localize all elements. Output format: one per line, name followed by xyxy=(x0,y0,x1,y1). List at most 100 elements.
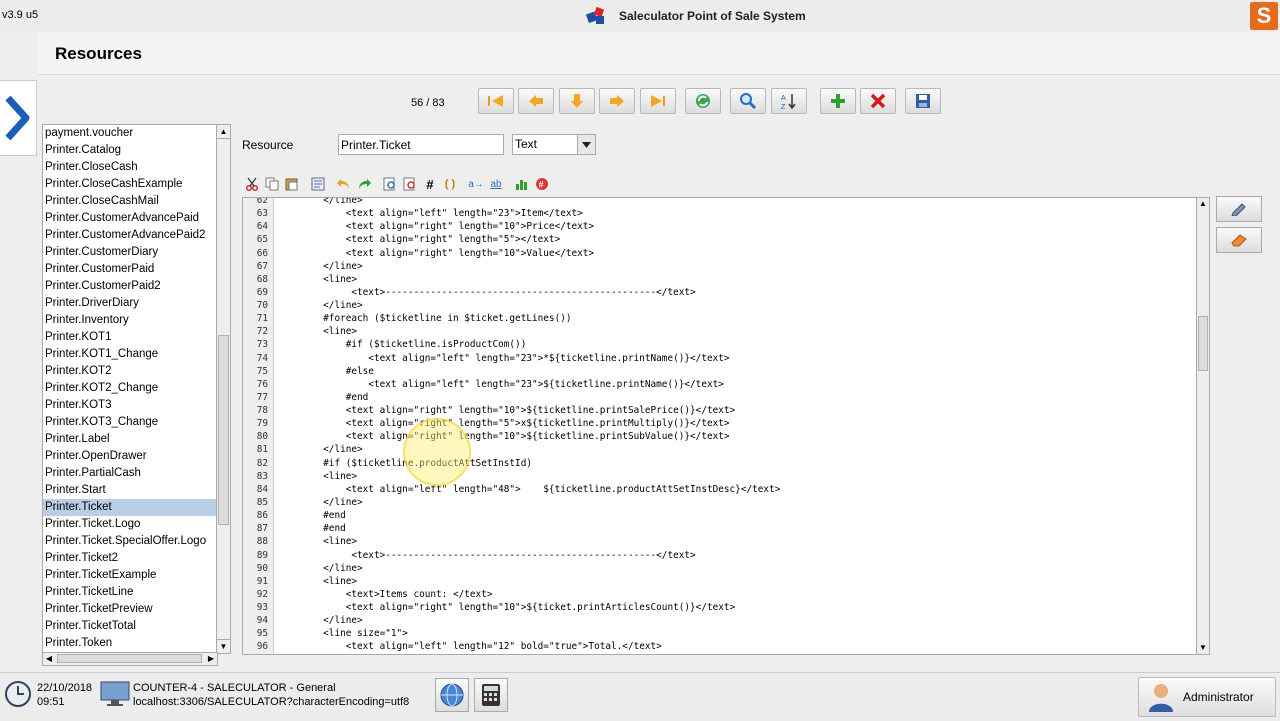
code-text: <line> xyxy=(278,326,358,338)
user-button[interactable]: Administrator xyxy=(1138,677,1276,717)
resource-list-item[interactable]: Printer.Ticket.SpecialOffer.Logo xyxy=(43,533,217,550)
code-line: 85 </line> xyxy=(243,496,1197,509)
resource-name-input[interactable] xyxy=(338,134,504,155)
scroll-down-icon[interactable]: ▼ xyxy=(1197,642,1209,654)
resource-list-item[interactable]: Printer.CloseCashExample xyxy=(43,176,217,193)
editor-scroll-thumb[interactable] xyxy=(1198,316,1208,371)
resource-list-item[interactable]: Printer.TicketTotal xyxy=(43,618,217,635)
resource-list-scrollbar[interactable]: ▲ ▼ xyxy=(216,124,231,654)
undo-icon[interactable] xyxy=(336,176,352,192)
hash-icon[interactable]: # xyxy=(422,176,438,192)
resource-list-item[interactable]: Printer.Catalog xyxy=(43,142,217,159)
user-name: Administrator xyxy=(1183,690,1254,704)
resource-list-item[interactable]: Printer.KOT1 xyxy=(43,329,217,346)
resource-list-item[interactable]: Printer.CloseCashMail xyxy=(43,193,217,210)
app-title: Saleculator Point of Sale System xyxy=(585,7,806,25)
menu-toggle-button[interactable] xyxy=(0,80,37,156)
resource-list-item[interactable]: Printer.KOT1_Change xyxy=(43,346,217,363)
edit-resource-button[interactable] xyxy=(1216,196,1262,222)
brand-logo-icon[interactable]: S xyxy=(1250,2,1278,30)
line-number: 65 xyxy=(256,234,268,246)
cut-icon[interactable] xyxy=(244,176,260,192)
redo-icon[interactable] xyxy=(356,176,372,192)
resource-list[interactable]: payment.voucher Printer.Catalog Printer.Cl… xyxy=(42,124,218,654)
next-record-button[interactable] xyxy=(599,88,635,114)
page-title: Resources xyxy=(55,44,142,63)
resource-list-item[interactable]: Printer.OpenDrawer xyxy=(43,448,217,465)
resource-list-item[interactable]: Printer.Start xyxy=(43,482,217,499)
down-record-button[interactable] xyxy=(559,88,595,114)
replace-icon[interactable] xyxy=(402,176,418,192)
resource-list-item[interactable]: Printer.KOT3_Change xyxy=(43,414,217,431)
clear-resource-button[interactable] xyxy=(1216,227,1262,253)
resource-list-item[interactable]: Printer.CloseCash xyxy=(43,159,217,176)
resource-list-item[interactable]: Printer.KOT3 xyxy=(43,397,217,414)
resource-list-hscrollbar[interactable]: ◀ ▶ xyxy=(42,652,218,666)
first-record-button[interactable] xyxy=(478,88,514,114)
resource-list-item[interactable]: Printer.TicketLine xyxy=(43,584,217,601)
resource-list-item[interactable]: Printer.DriverDiary xyxy=(43,295,217,312)
text-case-icon[interactable]: a→ xyxy=(468,176,484,192)
resource-list-item[interactable]: Printer.CustomerDiary xyxy=(43,244,217,261)
resource-list-item[interactable]: Printer.CustomerAdvancePaid2 xyxy=(43,227,217,244)
delete-button[interactable] xyxy=(860,88,896,114)
previous-record-button[interactable] xyxy=(518,88,554,114)
eraser-icon xyxy=(1231,234,1247,247)
time-text: 09:51 xyxy=(37,696,65,708)
resource-list-item[interactable]: Printer.KOT2 xyxy=(43,363,217,380)
resource-list-scroll-thumb[interactable] xyxy=(218,335,229,525)
resource-list-item[interactable]: Printer.PartialCash xyxy=(43,465,217,482)
resource-list-hscroll-thumb[interactable] xyxy=(57,654,202,663)
resource-type-dropdown-button[interactable] xyxy=(577,135,595,154)
code-line: 68 <line> xyxy=(243,273,1197,286)
line-number: 82 xyxy=(256,457,268,469)
scroll-up-icon[interactable]: ▲ xyxy=(217,125,230,139)
last-record-button[interactable] xyxy=(640,88,676,114)
resource-list-item[interactable]: Printer.CustomerPaid xyxy=(43,261,217,278)
resource-list-item[interactable]: Printer.TicketExample xyxy=(43,567,217,584)
code-text: <text>----------------------------------… xyxy=(278,549,696,561)
resource-list-item[interactable]: Printer.Ticket.Logo xyxy=(43,516,217,533)
scroll-right-icon[interactable]: ▶ xyxy=(205,653,217,665)
code-text: #if ($ticketline.isProductCom()) xyxy=(278,339,527,351)
datetime-display: 22/10/2018 09:51 xyxy=(37,681,92,709)
find-icon[interactable] xyxy=(382,176,398,192)
scroll-left-icon[interactable]: ◀ xyxy=(43,653,55,665)
line-number: 78 xyxy=(256,405,268,417)
clock-icon xyxy=(4,680,32,711)
resource-list-item[interactable]: Printer.CustomerPaid2 xyxy=(43,278,217,295)
code-line: 83 <line> xyxy=(243,470,1197,483)
scroll-up-icon[interactable]: ▲ xyxy=(1197,198,1209,210)
resource-list-item[interactable]: Printer.Ticket2 xyxy=(43,550,217,567)
resource-type-select[interactable]: Text xyxy=(512,134,596,155)
editor-scrollbar[interactable]: ▲ ▼ xyxy=(1196,197,1210,655)
line-number: 90 xyxy=(256,562,268,574)
resource-list-item[interactable]: Printer.Inventory xyxy=(43,312,217,329)
resource-list-item[interactable]: Printer.CustomerAdvancePaid xyxy=(43,210,217,227)
browser-button[interactable] xyxy=(435,678,469,712)
resource-list-item[interactable]: payment.voucher xyxy=(43,125,217,142)
paste-icon[interactable] xyxy=(284,176,300,192)
save-button[interactable] xyxy=(905,88,941,114)
resource-list-item[interactable]: Printer.Token xyxy=(43,635,217,652)
calculator-button[interactable] xyxy=(474,678,508,712)
resource-list-item[interactable]: Printer.TicketPreview xyxy=(43,601,217,618)
code-line: 87 #end xyxy=(243,522,1197,535)
code-line: 89 <text>-------------------------------… xyxy=(243,549,1197,562)
copy-icon[interactable] xyxy=(264,176,280,192)
refresh-button[interactable] xyxy=(685,88,721,114)
add-button[interactable] xyxy=(820,88,856,114)
resource-list-item[interactable]: Printer.KOT2_Change xyxy=(43,380,217,397)
connection-info: COUNTER-4 - SALECULATOR - General localh… xyxy=(133,681,409,709)
resource-list-item[interactable]: Printer.Ticket xyxy=(43,499,217,516)
no-hash-icon[interactable]: # xyxy=(534,176,550,192)
select-all-icon[interactable] xyxy=(310,176,326,192)
code-editor[interactable]: 62 </line> 63 <text align="left" length="… xyxy=(242,197,1198,655)
chart-icon[interactable] xyxy=(514,176,530,192)
scroll-down-icon[interactable]: ▼ xyxy=(217,639,230,653)
resource-list-item[interactable]: Printer.Label xyxy=(43,431,217,448)
braces-icon[interactable]: ( ) xyxy=(442,176,458,192)
search-button[interactable] xyxy=(730,88,766,114)
spellcheck-icon[interactable]: ab xyxy=(488,176,504,192)
sort-button[interactable]: AZ xyxy=(771,88,807,114)
